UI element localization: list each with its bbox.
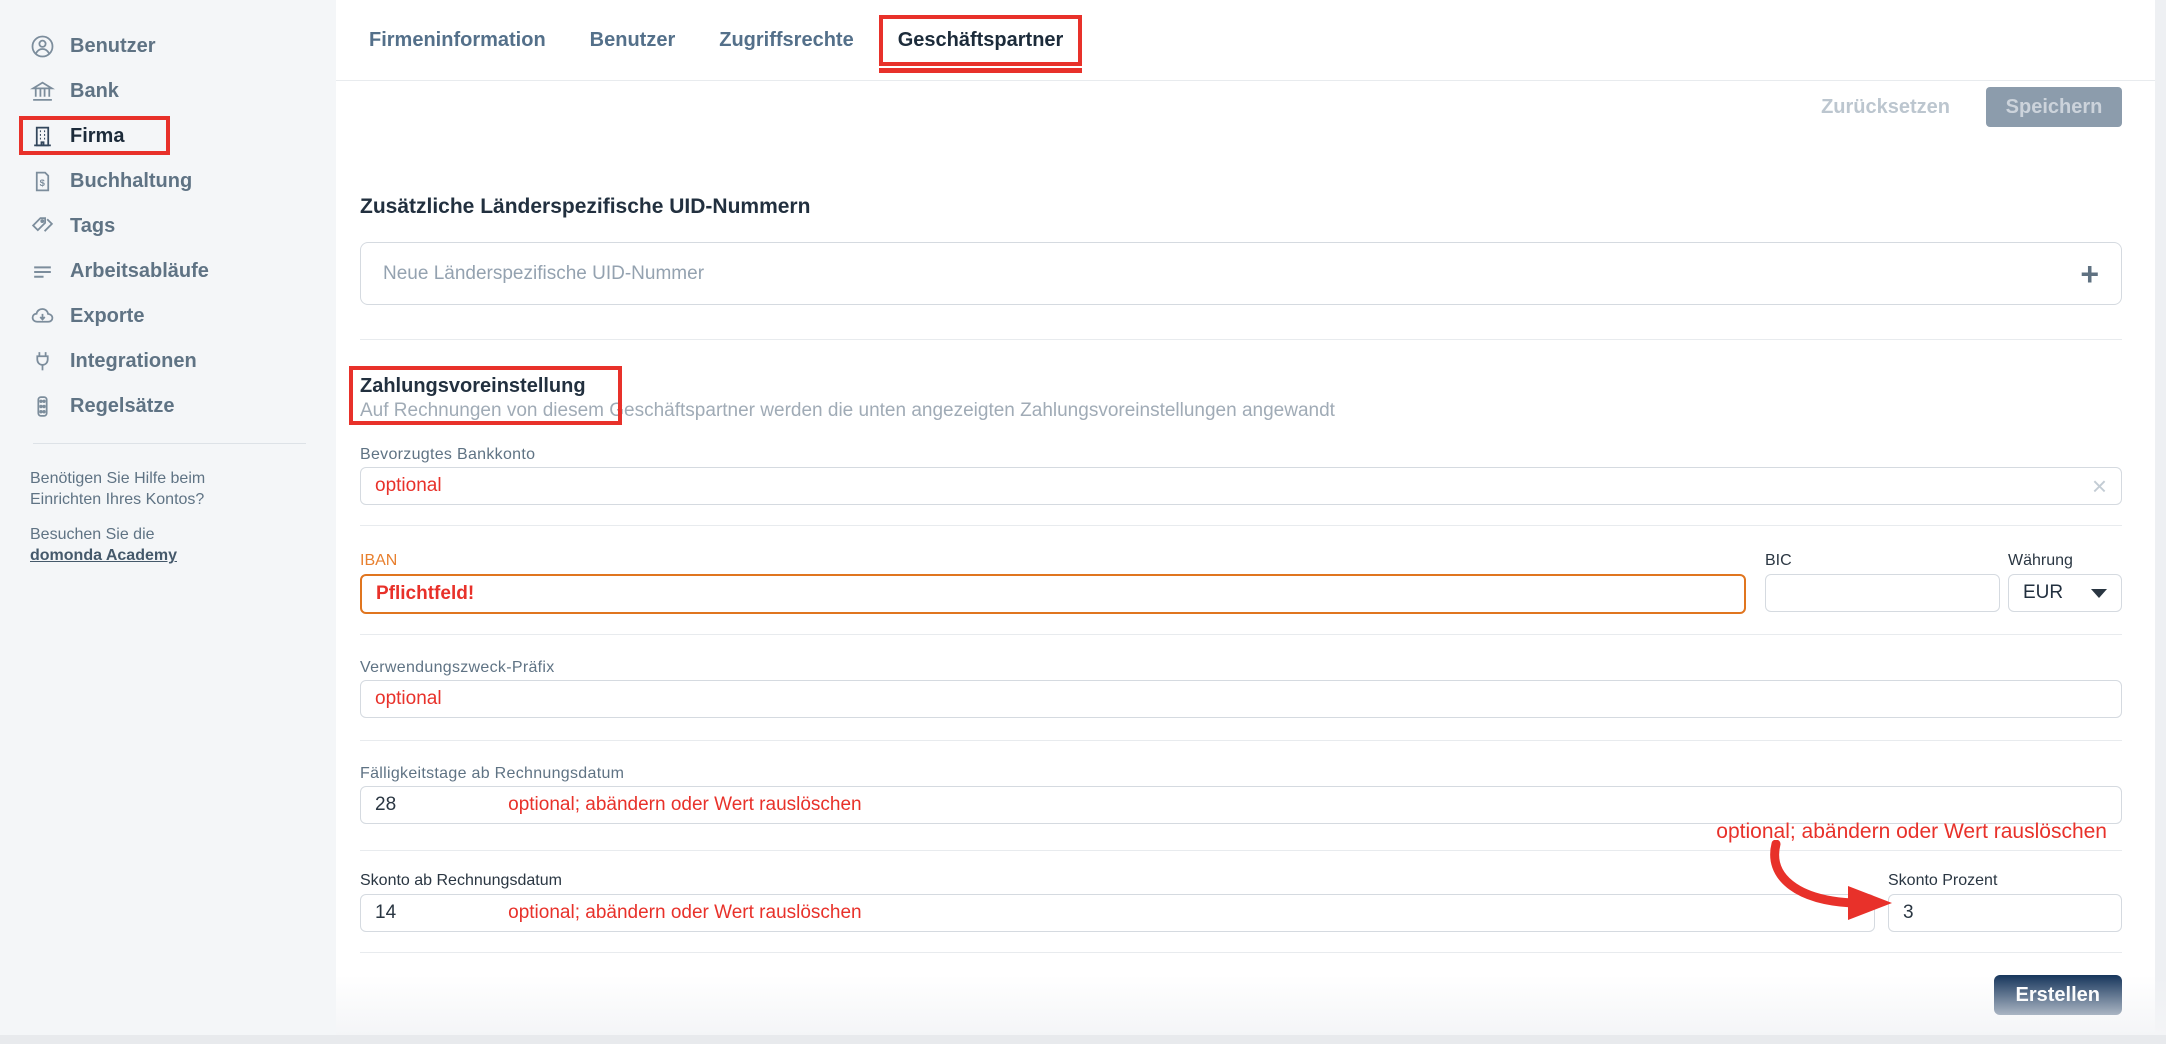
due-days-input[interactable]: 28 optional; abändern oder Wert rauslösc… [360,786,2122,824]
purpose-prefix-field: Verwendungszweck-Präfix optional [360,660,2122,718]
section-divider [360,339,2122,340]
discount-row: Skonto ab Rechnungsdatum 14 optional; ab… [360,872,2122,932]
uid-section-title: Zusätzliche Länderspezifische UID-Nummer… [360,196,2122,218]
svg-text:$: $ [40,178,46,188]
discount-days-value: 14 [375,902,396,924]
help-visit: Besuchen Sie die domonda Academy [30,524,336,566]
discount-percent-input[interactable]: 3 [1888,894,2122,932]
discount-days-input[interactable]: 14 optional; abändern oder Wert rauslösc… [360,894,1875,932]
currency-select[interactable]: EUR [2008,574,2122,612]
currency-value: EUR [2023,582,2063,604]
bottom-edge-strip [0,1035,2166,1044]
payment-section-title: Zahlungsvoreinstellung [360,375,2122,397]
purpose-prefix-input[interactable]: optional [360,680,2122,718]
discount-days-hint: optional; abändern oder Wert rauslöschen [508,902,862,924]
new-uid-input[interactable]: Neue Länderspezifische UID-Nummer + [360,242,2122,305]
tag-icon [30,214,55,239]
iban-required-message: Pflichtfeld! [376,583,474,605]
sidebar-item-label: Benutzer [70,35,156,58]
workflow-lines-icon [30,259,55,284]
discount-percent-field: Skonto Prozent 3 [1888,872,2122,932]
due-days-hint: optional; abändern oder Wert rauslöschen [508,794,862,816]
bank-account-field: Bevorzugtes Bankkonto optional × [360,447,2122,505]
discount-days-field: Skonto ab Rechnungsdatum 14 optional; ab… [360,872,1875,932]
row-divider [360,850,2122,851]
sidebar-item-exporte[interactable]: Exporte [30,294,336,339]
sidebar-item-regelsaetze[interactable]: Regelsätze [30,384,336,429]
bank-account-input[interactable]: optional × [360,467,2122,505]
create-button[interactable]: Erstellen [1994,975,2122,1015]
due-days-field: Fälligkeitstage ab Rechnungsdatum 28 opt… [360,766,2122,824]
sidebar-item-label: Integrationen [70,350,197,373]
discount-days-label: Skonto ab Rechnungsdatum [360,872,1875,890]
sidebar-item-label: Buchhaltung [70,170,192,193]
iban-input[interactable]: Pflichtfeld! [360,574,1746,614]
iban-field: IBAN Pflichtfeld! [360,552,1746,614]
sidebar-help-text: Benötigen Sie Hilfe beimEinrichten Ihres… [30,468,336,566]
due-days-label: Fälligkeitstage ab Rechnungsdatum [360,766,2122,782]
create-row: Erstellen [360,975,2122,1015]
purpose-prefix-label: Verwendungszweck-Präfix [360,660,2122,676]
sidebar-item-label: Exporte [70,305,144,328]
due-days-value: 28 [375,794,396,816]
currency-field: Währung EUR [2008,552,2122,614]
sidebar-item-arbeitsablaeufe[interactable]: Arbeitsabläufe [30,249,336,294]
iban-label: IBAN [360,552,1746,570]
discount-percent-label: Skonto Prozent [1888,872,2122,890]
sidebar-item-integrationen[interactable]: Integrationen [30,339,336,384]
bank-account-value: optional [375,475,442,497]
annotation-hint-text: optional; abändern oder Wert rauslöschen [1716,820,2107,844]
clear-icon[interactable]: × [2092,473,2107,499]
rules-icon [30,394,55,419]
sidebar-item-label: Arbeitsabläufe [70,260,209,283]
sidebar-item-benutzer[interactable]: Benutzer [30,24,336,69]
sidebar-divider [33,443,306,444]
chevron-down-icon [2091,589,2107,598]
sidebar-item-firma[interactable]: Firma [30,114,336,159]
bic-field: BIC [1765,552,2000,614]
row-divider [360,740,2122,741]
bank-icon [30,79,55,104]
row-divider [360,525,2122,526]
domonda-academy-link[interactable]: domonda Academy [30,547,177,564]
payment-section-subtitle: Auf Rechnungen von diesem Geschäftspartn… [360,401,2122,421]
annotation-box-firma [19,116,170,155]
uid-input-placeholder: Neue Länderspezifische UID-Nummer [383,263,704,285]
bank-account-label: Bevorzugtes Bankkonto [360,447,2122,463]
invoice-icon: $ [30,169,55,194]
payment-section-header: Zahlungsvoreinstellung Auf Rechnungen vo… [360,375,2122,421]
bic-input[interactable] [1765,574,2000,612]
sidebar-item-label: Regelsätze [70,395,175,418]
help-question: Benötigen Sie Hilfe beimEinrichten Ihres… [30,468,336,510]
discount-percent-value: 3 [1903,902,1914,924]
purpose-prefix-value: optional [375,688,442,710]
sidebar-item-buchhaltung[interactable]: $ Buchhaltung [30,159,336,204]
sidebar-item-label: Bank [70,80,119,103]
cloud-download-icon [30,304,55,329]
sidebar-item-bank[interactable]: Bank [30,69,336,114]
iban-row: IBAN Pflichtfeld! BIC Währung EUR [360,552,2122,614]
user-icon [30,34,55,59]
add-uid-icon[interactable]: + [2080,258,2099,290]
sidebar-item-label: Tags [70,215,115,238]
row-divider [360,952,2122,953]
row-divider [360,634,2122,635]
plug-icon [30,349,55,374]
settings-sidebar: Benutzer Bank Firma $ Buchhaltung Tags A… [0,0,336,1035]
bic-label: BIC [1765,552,2000,570]
vertical-scrollbar[interactable] [2155,0,2166,1035]
currency-label: Währung [2008,552,2122,570]
sidebar-item-tags[interactable]: Tags [30,204,336,249]
geschaeftspartner-form: Zusätzliche Länderspezifische UID-Nummer… [360,0,2122,1015]
